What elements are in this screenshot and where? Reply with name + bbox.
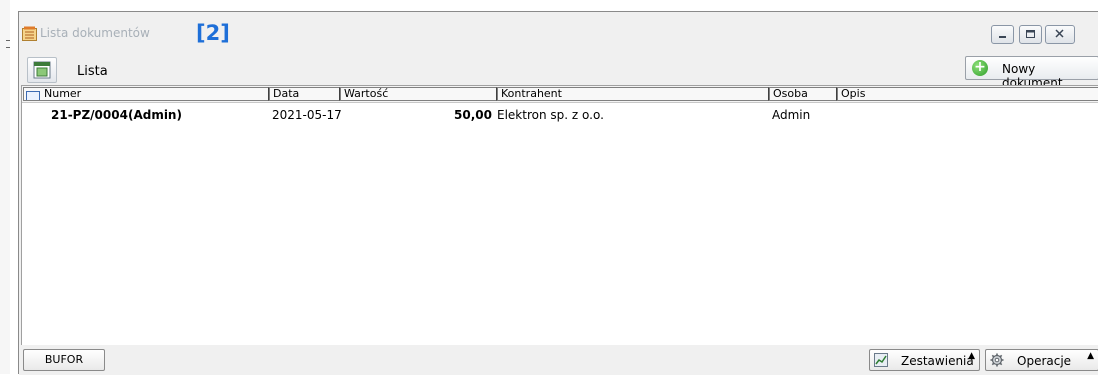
cell-osoba: Admin bbox=[772, 108, 811, 122]
list-view-icon bbox=[33, 61, 51, 79]
document-list-window: Lista dokumentów [2] Lista + Nowy dokume… bbox=[18, 11, 1098, 375]
view-label: Lista bbox=[77, 64, 108, 79]
column-header-label: Kontrahent bbox=[501, 87, 562, 100]
column-header-label: Osoba bbox=[773, 87, 808, 100]
cell-kontrahent: Elektron sp. z o.o. bbox=[497, 108, 604, 122]
column-header-opis[interactable]: Opis bbox=[837, 87, 1098, 101]
close-icon bbox=[1055, 29, 1064, 38]
chevron-up-icon: ▲ bbox=[1087, 351, 1094, 361]
cell-data: 2021-05-17 bbox=[272, 108, 342, 122]
title-bar[interactable]: Lista dokumentów [2] bbox=[19, 12, 1098, 48]
status-bar: BUFOR Zestawienia ▲ Operacje ▲ bbox=[19, 346, 1098, 375]
column-header-osoba[interactable]: Osoba bbox=[769, 87, 837, 101]
operacje-button[interactable]: Operacje ▲ bbox=[985, 349, 1098, 371]
minimize-icon bbox=[999, 36, 1006, 38]
edge-mark bbox=[6, 40, 10, 41]
gear-icon bbox=[990, 353, 1004, 367]
column-header-kontrahent[interactable]: Kontrahent bbox=[497, 87, 769, 101]
zestawienia-button[interactable]: Zestawienia ▲ bbox=[869, 349, 980, 371]
column-header-label: Numer bbox=[44, 87, 82, 100]
table-header: Numer Data Wartość Kontrahent Osoba Opis bbox=[22, 86, 1098, 103]
column-header-wartosc[interactable]: Wartość bbox=[340, 87, 497, 101]
select-all-checkbox[interactable] bbox=[26, 91, 40, 100]
window-title: Lista dokumentów bbox=[40, 26, 150, 40]
column-header-data[interactable]: Data bbox=[269, 87, 340, 101]
column-header-label: Data bbox=[273, 87, 300, 100]
cell-wartosc: 50,00 bbox=[454, 108, 492, 122]
operacje-label: Operacje bbox=[1017, 354, 1072, 368]
chart-icon bbox=[874, 353, 888, 367]
column-header-label: Wartość bbox=[344, 87, 389, 100]
minimize-button[interactable] bbox=[991, 25, 1014, 44]
document-table: Numer Data Wartość Kontrahent Osoba Opis… bbox=[21, 85, 1098, 345]
document-list-icon bbox=[22, 26, 37, 41]
cell-numer: 21-PZ/0004(Admin) bbox=[51, 108, 182, 122]
column-header-label: Opis bbox=[841, 87, 866, 100]
new-document-button[interactable]: + Nowy dokument bbox=[965, 56, 1098, 90]
window-badge: [2] bbox=[196, 21, 230, 45]
table-row[interactable]: 21-PZ/0004(Admin) 2021-05-17 50,00 Elekt… bbox=[22, 106, 1098, 122]
maximize-button[interactable] bbox=[1019, 25, 1042, 44]
column-header-numer[interactable]: Numer bbox=[23, 87, 269, 101]
maximize-icon bbox=[1026, 30, 1035, 38]
bufor-button[interactable]: BUFOR bbox=[23, 349, 105, 371]
edge-mark bbox=[6, 47, 10, 48]
zestawienia-label: Zestawienia bbox=[901, 354, 974, 368]
bufor-label: BUFOR bbox=[44, 353, 84, 366]
green-plus-icon: + bbox=[972, 60, 988, 76]
list-view-button[interactable] bbox=[27, 57, 57, 83]
chevron-up-icon: ▲ bbox=[968, 351, 975, 361]
close-button[interactable] bbox=[1045, 25, 1075, 44]
left-edge-strip bbox=[0, 0, 10, 374]
toolbar: Lista + Nowy dokument bbox=[19, 54, 1098, 90]
